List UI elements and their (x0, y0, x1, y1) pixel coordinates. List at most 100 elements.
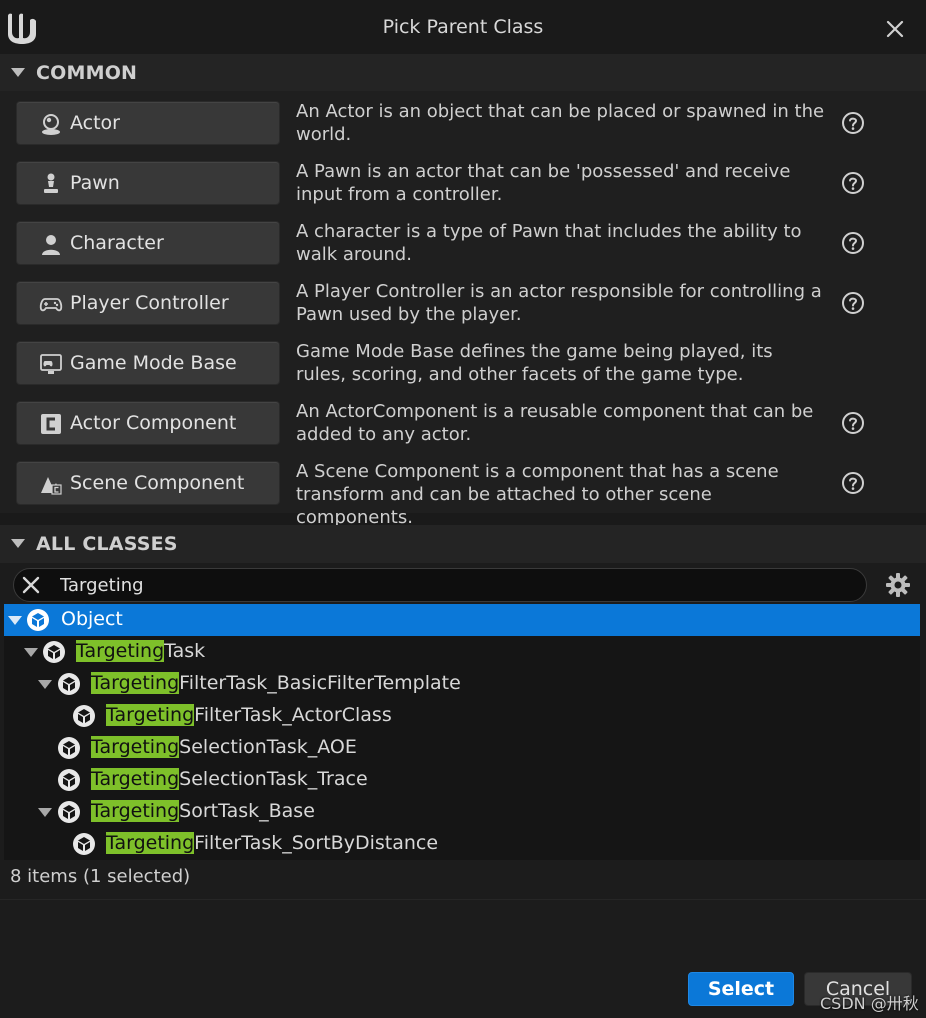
section-title: COMMON (36, 62, 138, 84)
tree-item-label: TargetingTask (76, 640, 205, 662)
label-remainder: SelectionTask_Trace (179, 768, 368, 790)
expand-arrow-icon[interactable] (38, 680, 52, 689)
search-highlight: Targeting (91, 768, 180, 790)
label-remainder: SelectionTask_AOE (179, 736, 357, 758)
game-mode-base-button[interactable]: Game Mode Base (16, 341, 280, 385)
button-label: Game Mode Base (70, 352, 237, 374)
class-icon (58, 801, 80, 823)
tree-row-object[interactable]: Object (4, 604, 920, 636)
common-class-row: Actor An Actor is an object that can be … (0, 91, 926, 151)
class-description: A character is a type of Pawn that inclu… (296, 221, 802, 265)
button-label: Scene Component (70, 472, 245, 494)
class-description: An Actor is an object that can be placed… (296, 101, 825, 145)
button-label: Player Controller (70, 292, 229, 314)
button-label: Character (70, 232, 164, 254)
help-icon[interactable] (841, 291, 865, 315)
class-description: A Pawn is an actor that can be 'possesse… (296, 161, 791, 205)
select-button[interactable]: Select (688, 972, 794, 1006)
pawn-icon (44, 173, 58, 193)
tree-row-selection-aoe[interactable]: TargetingSelectionTask_AOE (4, 732, 920, 764)
button-label: Actor Component (70, 412, 237, 434)
help-icon[interactable] (841, 411, 865, 435)
class-icon (58, 673, 80, 695)
class-icon (58, 769, 80, 791)
tree-item-label: TargetingSelectionTask_AOE (91, 736, 357, 758)
scene-component-button[interactable]: Scene Component (16, 461, 280, 505)
actor-component-button[interactable]: Actor Component (16, 401, 280, 445)
section-title: ALL CLASSES (36, 533, 178, 555)
tree-row-basic-filter-template[interactable]: TargetingFilterTask_BasicFilterTemplate (4, 668, 920, 700)
common-class-row: Scene Component A Scene Component is a c… (0, 451, 926, 528)
common-class-row: Character A character is a type of Pawn … (0, 211, 926, 271)
actor-component-icon (41, 414, 61, 434)
class-icon (58, 737, 80, 759)
tree-item-label: TargetingSortTask_Base (91, 800, 315, 822)
common-class-row: Actor Component An ActorComponent is a r… (0, 391, 926, 451)
window-title: Pick Parent Class (382, 16, 544, 38)
help-icon[interactable] (841, 171, 865, 195)
search-highlight: Targeting (91, 800, 180, 822)
collapse-arrow-icon[interactable] (11, 539, 25, 548)
common-classes-panel: Actor An Actor is an object that can be … (0, 91, 926, 528)
tree-row-sort-by-distance[interactable]: TargetingFilterTask_SortByDistance (4, 828, 920, 860)
search-highlight: Targeting (91, 736, 180, 758)
tree-item-label: TargetingFilterTask_ActorClass (106, 704, 392, 726)
common-class-row: Pawn A Pawn is an actor that can be 'pos… (0, 151, 926, 211)
tree-row-targeting-task[interactable]: TargetingTask (4, 636, 920, 668)
class-icon (43, 641, 65, 663)
help-icon[interactable] (841, 111, 865, 135)
common-class-row: Player Controller A Player Controller is… (0, 271, 926, 331)
common-section-header[interactable]: COMMON (0, 54, 926, 92)
class-description: Game Mode Base defines the game being pl… (296, 341, 773, 385)
tree-row-selection-trace[interactable]: TargetingSelectionTask_Trace (4, 764, 920, 796)
tree-item-label: TargetingSelectionTask_Trace (91, 768, 368, 790)
player-controller-button[interactable]: Player Controller (16, 281, 280, 325)
close-icon[interactable] (880, 14, 910, 44)
search-highlight: Targeting (76, 640, 165, 662)
clear-search-icon[interactable] (20, 574, 42, 596)
class-description: A Scene Component is a component that ha… (296, 461, 779, 528)
collapse-arrow-icon[interactable] (11, 68, 25, 77)
game-mode-icon (40, 354, 62, 374)
tree-item-label: TargetingFilterTask_SortByDistance (106, 832, 438, 854)
search-highlight: Targeting (106, 704, 195, 726)
label-remainder: Task (164, 640, 206, 662)
class-icon (73, 833, 95, 855)
help-icon[interactable] (841, 471, 865, 495)
character-button[interactable]: Character (16, 221, 280, 265)
search-highlight: Targeting (91, 672, 180, 694)
label-remainder: SortTask_Base (179, 800, 315, 822)
label-remainder: FilterTask_SortByDistance (194, 832, 439, 854)
class-tree: Object TargetingTask TargetingFilterTask… (4, 604, 920, 860)
class-search-input[interactable] (60, 572, 850, 598)
class-description: An ActorComponent is a reusable componen… (296, 401, 814, 445)
gamepad-icon (39, 298, 63, 312)
expand-arrow-icon[interactable] (38, 808, 52, 817)
button-label: Actor (70, 112, 120, 134)
character-icon (42, 235, 60, 255)
label-remainder: Object (61, 608, 123, 630)
tree-row-sort-task-base[interactable]: TargetingSortTask_Base (4, 796, 920, 828)
button-label: Pawn (70, 172, 120, 194)
status-text: 8 items (1 selected) (10, 866, 191, 887)
expand-arrow-icon[interactable] (8, 616, 22, 625)
actor-button[interactable]: Actor (16, 101, 280, 145)
class-icon (27, 609, 49, 631)
expand-arrow-icon[interactable] (24, 648, 38, 657)
pawn-button[interactable]: Pawn (16, 161, 280, 205)
tree-item-label: TargetingFilterTask_BasicFilterTemplate (91, 672, 461, 694)
help-icon[interactable] (841, 231, 865, 255)
watermark: CSDN @卅秋 (820, 994, 919, 1013)
scene-component-icon (41, 477, 62, 495)
tree-row-actor-class[interactable]: TargetingFilterTask_ActorClass (4, 700, 920, 732)
actor-icon (42, 114, 60, 135)
tree-item-label: Object (61, 608, 123, 630)
class-description: A Player Controller is an actor responsi… (296, 281, 822, 325)
gear-icon[interactable] (885, 572, 911, 598)
search-highlight: Targeting (106, 832, 195, 854)
title-bar: Pick Parent Class (0, 0, 926, 56)
label-remainder: FilterTask_BasicFilterTemplate (179, 672, 461, 694)
common-class-row: Game Mode Base Game Mode Base defines th… (0, 331, 926, 391)
label-remainder: FilterTask_ActorClass (194, 704, 392, 726)
all-classes-section-header[interactable]: ALL CLASSES (0, 525, 926, 563)
